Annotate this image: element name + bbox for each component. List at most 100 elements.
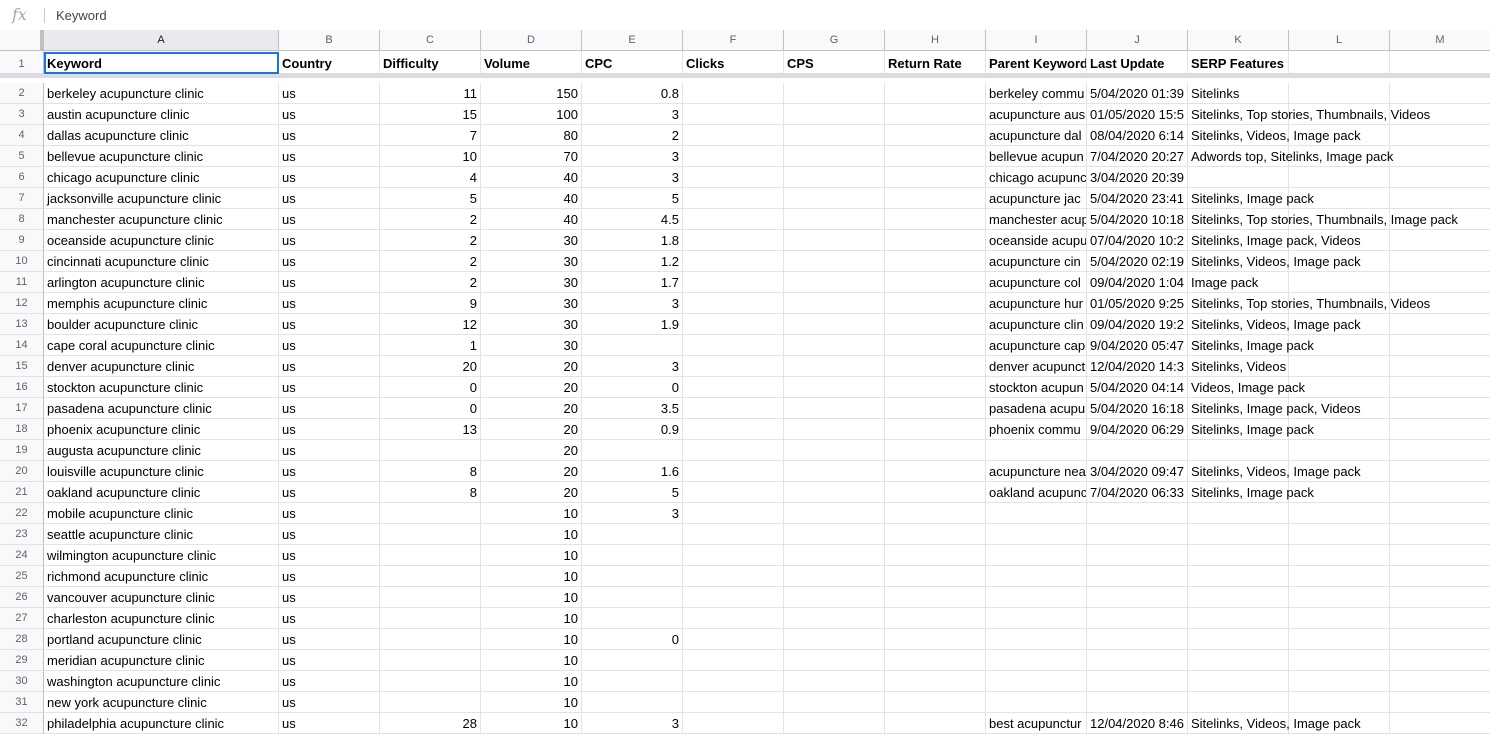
cell-g[interactable] bbox=[784, 335, 885, 356]
cell-f[interactable] bbox=[683, 356, 784, 377]
cell-g[interactable] bbox=[784, 713, 885, 734]
row-number[interactable]: 26 bbox=[0, 587, 44, 608]
row-number[interactable]: 3 bbox=[0, 104, 44, 125]
cell-i[interactable]: oceanside acupu bbox=[986, 230, 1087, 251]
row-number[interactable]: 23 bbox=[0, 524, 44, 545]
cell-e[interactable]: 1.9 bbox=[582, 314, 683, 335]
cell-a[interactable]: richmond acupuncture clinic bbox=[44, 566, 279, 587]
cell-b[interactable]: us bbox=[279, 146, 380, 167]
cell-f[interactable] bbox=[683, 230, 784, 251]
frozen-row-divider[interactable] bbox=[0, 73, 1490, 78]
cell-a[interactable]: mobile acupuncture clinic bbox=[44, 503, 279, 524]
cell-m[interactable] bbox=[1390, 524, 1490, 545]
cell-b[interactable]: us bbox=[279, 293, 380, 314]
cell-d[interactable]: 10 bbox=[481, 650, 582, 671]
cell-d[interactable]: 30 bbox=[481, 272, 582, 293]
cell-b[interactable]: us bbox=[279, 188, 380, 209]
cell-e[interactable]: 3 bbox=[582, 356, 683, 377]
select-all-corner[interactable] bbox=[0, 30, 44, 50]
cell-g[interactable] bbox=[784, 251, 885, 272]
cell-b[interactable]: us bbox=[279, 545, 380, 566]
cell-k[interactable]: Sitelinks, Image pack bbox=[1188, 419, 1314, 440]
cell-j[interactable]: 07/04/2020 10:2 bbox=[1087, 230, 1188, 251]
cell-g[interactable] bbox=[784, 671, 885, 692]
cell-h[interactable] bbox=[885, 482, 986, 503]
cell-g[interactable] bbox=[784, 545, 885, 566]
cell-k[interactable]: Sitelinks, Videos, Image pack bbox=[1188, 251, 1361, 272]
cell-k[interactable]: Sitelinks, Videos, Image pack bbox=[1188, 314, 1361, 335]
cell-j[interactable] bbox=[1087, 629, 1188, 650]
cell-c[interactable]: 11 bbox=[380, 83, 481, 104]
cell-k[interactable] bbox=[1188, 440, 1289, 461]
row-number[interactable]: 18 bbox=[0, 419, 44, 440]
cell-i[interactable]: oakland acupunc bbox=[986, 482, 1087, 503]
cell-m[interactable] bbox=[1390, 482, 1490, 503]
cell-g[interactable] bbox=[784, 314, 885, 335]
cell-a[interactable]: austin acupuncture clinic bbox=[44, 104, 279, 125]
cell-i[interactable] bbox=[986, 566, 1087, 587]
cell-j[interactable] bbox=[1087, 692, 1188, 713]
cell-j[interactable]: 01/05/2020 9:25 bbox=[1087, 293, 1188, 314]
cell-g[interactable] bbox=[784, 650, 885, 671]
cell-h[interactable] bbox=[885, 188, 986, 209]
cell-a[interactable]: philadelphia acupuncture clinic bbox=[44, 713, 279, 734]
row-number[interactable]: 15 bbox=[0, 356, 44, 377]
cell-g[interactable] bbox=[784, 482, 885, 503]
cell-c[interactable]: 15 bbox=[380, 104, 481, 125]
row-number[interactable]: 27 bbox=[0, 608, 44, 629]
cell-m[interactable] bbox=[1390, 272, 1490, 293]
cell-c[interactable] bbox=[380, 524, 481, 545]
cell-a[interactable]: seattle acupuncture clinic bbox=[44, 524, 279, 545]
cell-c[interactable]: 4 bbox=[380, 167, 481, 188]
cell-i[interactable]: acupuncture hur bbox=[986, 293, 1087, 314]
cell-b[interactable]: us bbox=[279, 650, 380, 671]
cell-k[interactable]: Sitelinks, Image pack bbox=[1188, 482, 1314, 503]
cell-d[interactable]: 10 bbox=[481, 671, 582, 692]
cell-g[interactable] bbox=[784, 188, 885, 209]
cell-a[interactable]: oceanside acupuncture clinic bbox=[44, 230, 279, 251]
cell-f[interactable] bbox=[683, 314, 784, 335]
cell-h[interactable] bbox=[885, 398, 986, 419]
cell-b[interactable]: us bbox=[279, 167, 380, 188]
cell-g[interactable] bbox=[784, 503, 885, 524]
cell-h[interactable] bbox=[885, 440, 986, 461]
cell-h[interactable] bbox=[885, 524, 986, 545]
cell-g[interactable] bbox=[784, 608, 885, 629]
cell-e[interactable] bbox=[582, 440, 683, 461]
cell-d[interactable]: 30 bbox=[481, 335, 582, 356]
cell-a[interactable]: bellevue acupuncture clinic bbox=[44, 146, 279, 167]
cell-h[interactable] bbox=[885, 461, 986, 482]
cell-f[interactable] bbox=[683, 251, 784, 272]
cell-a[interactable]: cincinnati acupuncture clinic bbox=[44, 251, 279, 272]
cell-c[interactable] bbox=[380, 440, 481, 461]
cell-j[interactable]: 9/04/2020 06:29 bbox=[1087, 419, 1188, 440]
row-number[interactable]: 4 bbox=[0, 125, 44, 146]
cell-i[interactable] bbox=[986, 671, 1087, 692]
cell-e[interactable]: 3 bbox=[582, 167, 683, 188]
row-number[interactable]: 29 bbox=[0, 650, 44, 671]
cell-b[interactable]: us bbox=[279, 209, 380, 230]
cell-d[interactable]: 20 bbox=[481, 377, 582, 398]
cell-f[interactable] bbox=[683, 587, 784, 608]
cell-c[interactable]: 1 bbox=[380, 335, 481, 356]
cell-l[interactable] bbox=[1289, 272, 1390, 293]
row-number[interactable]: 16 bbox=[0, 377, 44, 398]
cell-i[interactable] bbox=[986, 503, 1087, 524]
cell-j[interactable]: 09/04/2020 19:2 bbox=[1087, 314, 1188, 335]
cell-k[interactable]: Sitelinks, Top stories, Thumbnails, Imag… bbox=[1188, 209, 1458, 230]
cell-b[interactable]: us bbox=[279, 566, 380, 587]
cell-c[interactable]: 2 bbox=[380, 251, 481, 272]
row-number[interactable]: 2 bbox=[0, 83, 44, 104]
cell-e[interactable]: 0 bbox=[582, 629, 683, 650]
cell-i[interactable]: acupuncture cin bbox=[986, 251, 1087, 272]
cell-a[interactable]: portland acupuncture clinic bbox=[44, 629, 279, 650]
cell-i[interactable] bbox=[986, 608, 1087, 629]
cell-i[interactable]: acupuncture col bbox=[986, 272, 1087, 293]
cell-m[interactable] bbox=[1390, 629, 1490, 650]
cell-i[interactable]: manchester acup bbox=[986, 209, 1087, 230]
cell-h[interactable] bbox=[885, 230, 986, 251]
cell-a[interactable]: charleston acupuncture clinic bbox=[44, 608, 279, 629]
cell-d[interactable]: 20 bbox=[481, 440, 582, 461]
cell-j[interactable] bbox=[1087, 545, 1188, 566]
cell-g[interactable] bbox=[784, 104, 885, 125]
